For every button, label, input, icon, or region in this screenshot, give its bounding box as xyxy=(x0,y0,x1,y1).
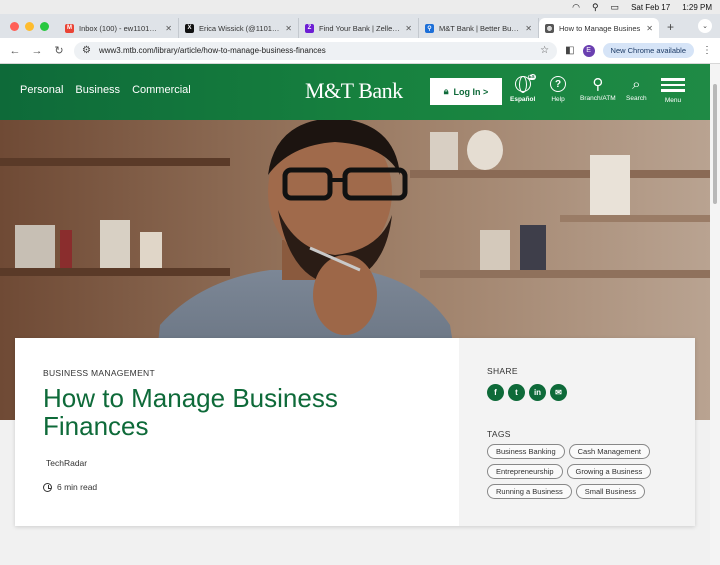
chrome-update-button[interactable]: New Chrome available xyxy=(602,43,694,58)
search-label: Search xyxy=(626,95,647,102)
site-header: Personal Business Commercial M&T Bank 🔒︎… xyxy=(0,64,710,120)
article-title: How to Manage Business Finances xyxy=(43,383,338,441)
back-arrow-icon[interactable]: ← xyxy=(8,45,22,57)
close-window-button[interactable] xyxy=(10,22,19,31)
login-button[interactable]: 🔒︎ Log In > xyxy=(430,78,502,105)
article-source: TechRadar xyxy=(46,458,88,468)
help-label: Help xyxy=(551,96,565,103)
close-tab-icon[interactable]: ✕ xyxy=(405,24,412,33)
bookmark-star-icon[interactable]: ☆ xyxy=(540,45,549,56)
lock-icon: 🔒︎ xyxy=(443,86,449,96)
read-time-label: 6 min read xyxy=(57,482,98,492)
forward-arrow-icon[interactable]: → xyxy=(30,45,44,57)
control-center-icon[interactable]: ▭ xyxy=(611,2,620,12)
mt-icon: ⚲ xyxy=(425,23,434,33)
tab-title: Inbox (100) - ew11010@g xyxy=(79,23,161,33)
x-icon: X xyxy=(185,23,194,33)
window-controls xyxy=(0,22,59,38)
browser-tab-strip: M Inbox (100) - ew11010@g ✕ X Erica Wissick … xyxy=(0,14,720,38)
close-tab-icon[interactable]: ✕ xyxy=(165,24,172,33)
share-buttons: f t in ✉ xyxy=(487,384,667,401)
read-time: 6 min read xyxy=(43,482,431,492)
nav-commercial[interactable]: Commercial xyxy=(132,84,191,96)
browser-tab[interactable]: ⚲ M&T Bank | Better Busin ✕ xyxy=(419,18,539,38)
url-text[interactable]: www3.mtb.com/library/article/how-to-mana… xyxy=(99,46,532,55)
new-tab-button[interactable]: + xyxy=(659,20,682,38)
search-icon[interactable]: ⚲ xyxy=(592,2,599,12)
article-category[interactable]: BUSINESS MANAGEMENT xyxy=(43,368,431,378)
branch-atm-label: Branch/ATM xyxy=(580,95,616,102)
profile-avatar[interactable]: E xyxy=(582,44,595,57)
twitter-share-button[interactable]: t xyxy=(508,384,525,401)
chrome-menu-icon[interactable]: ⋮ xyxy=(702,45,712,56)
tag-list: Business Banking Cash Management Entrepren… xyxy=(487,444,667,499)
tags-label: TAGS xyxy=(487,429,511,439)
tab-title: M&T Bank | Better Busin xyxy=(439,23,521,33)
tag-chip[interactable]: Business Banking xyxy=(487,444,565,459)
side-panel-icon[interactable]: ◧ xyxy=(565,45,574,56)
maximize-window-button[interactable] xyxy=(40,22,49,31)
primary-nav: Personal Business Commercial xyxy=(20,84,191,96)
globe-icon: ◍ xyxy=(545,23,554,33)
share-label: SHARE xyxy=(487,366,518,376)
close-tab-icon[interactable]: ✕ xyxy=(285,24,292,33)
gmail-icon: M xyxy=(65,23,74,33)
nav-business[interactable]: Business xyxy=(75,84,120,96)
browser-tab[interactable]: M Inbox (100) - ew11010@g ✕ xyxy=(59,18,179,38)
tab-search-icon[interactable]: ⌄ xyxy=(698,19,712,33)
tag-chip[interactable]: Small Business xyxy=(575,484,645,499)
address-bar[interactable]: ⚙ www3.mtb.com/library/article/how-to-ma… xyxy=(74,41,558,60)
clock-icon xyxy=(43,482,52,492)
scrollbar-thumb[interactable] xyxy=(713,84,717,204)
page-scrollbar[interactable] xyxy=(710,64,720,565)
web-page: Personal Business Commercial M&T Bank 🔒︎… xyxy=(0,64,710,565)
branch-atm-link[interactable]: ⚲ Branch/ATM xyxy=(580,76,616,102)
hamburger-icon xyxy=(661,76,685,92)
espanol-label: Español xyxy=(510,96,536,103)
system-time: 1:29 PM xyxy=(682,2,712,12)
menu-button[interactable]: Menu xyxy=(661,76,685,104)
mt-bank-logo[interactable]: M&T Bank xyxy=(305,78,403,104)
tag-chip[interactable]: Growing a Business xyxy=(566,464,652,479)
close-tab-icon[interactable]: ✕ xyxy=(646,24,653,33)
system-menu-bar: ◠ ⚲ ▭ Sat Feb 17 1:29 PM xyxy=(0,0,720,14)
close-tab-icon[interactable]: ✕ xyxy=(525,24,532,33)
tab-title: Find Your Bank | Zelle Ez xyxy=(319,23,401,33)
tag-chip[interactable]: Running a Business xyxy=(487,484,572,499)
tab-title: How to Manage Busines xyxy=(559,23,641,33)
facebook-share-button[interactable]: f xyxy=(487,384,504,401)
tab-title: Erica Wissick (@11010er xyxy=(199,23,281,33)
espanol-link[interactable]: Es Español xyxy=(510,74,536,103)
globe-icon: Es xyxy=(514,74,536,93)
tag-chip[interactable]: Cash Management xyxy=(568,444,650,459)
menu-label: Menu xyxy=(664,96,682,104)
linkedin-share-button[interactable]: in xyxy=(529,384,546,401)
minimize-window-button[interactable] xyxy=(25,22,34,31)
browser-tab[interactable]: X Erica Wissick (@11010er ✕ xyxy=(179,18,299,38)
help-link[interactable]: ? Help xyxy=(550,76,566,103)
article-card: BUSINESS MANAGEMENT How to Manage Busine… xyxy=(15,338,695,526)
site-info-icon[interactable]: ⚙ xyxy=(82,45,91,56)
nav-personal[interactable]: Personal xyxy=(20,84,63,96)
browser-tab[interactable]: Z Find Your Bank | Zelle Ez ✕ xyxy=(299,18,419,38)
tag-chip[interactable]: Entrepreneurship xyxy=(487,464,563,479)
browser-tab[interactable]: ◍ How to Manage Busines ✕ xyxy=(539,18,659,38)
system-date: Sat Feb 17 xyxy=(631,2,671,12)
reload-icon[interactable]: ↻ xyxy=(52,44,66,57)
login-label: Log In > xyxy=(453,86,489,97)
help-icon: ? xyxy=(550,76,566,92)
wifi-icon[interactable]: ◠ xyxy=(572,2,580,12)
search-link[interactable]: ⌕ Search xyxy=(626,76,647,102)
article-sidebar: SHARE f t in ✉ TAGS Business Banking Cash Ma… xyxy=(459,338,695,526)
browser-toolbar: ← → ↻ ⚙ www3.mtb.com/library/article/how… xyxy=(0,38,720,64)
email-share-button[interactable]: ✉ xyxy=(550,384,567,401)
article-header: BUSINESS MANAGEMENT How to Manage Busine… xyxy=(15,338,459,526)
location-pin-icon: ⚲ xyxy=(592,76,604,93)
zelle-icon: Z xyxy=(305,23,314,33)
search-icon: ⌕ xyxy=(632,76,641,93)
